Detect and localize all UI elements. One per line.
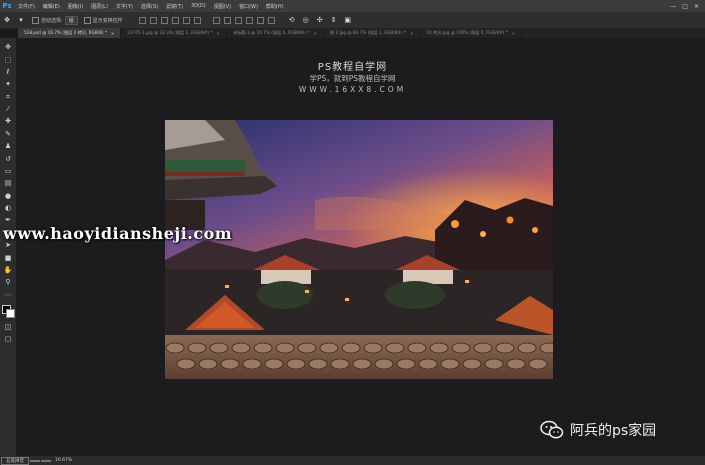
menu-view[interactable]: 视图(V) (210, 3, 235, 10)
distribute-hcenter-icon[interactable] (256, 16, 264, 24)
3d-rotate-icon[interactable]: ⟲ (288, 16, 296, 24)
tools-panel: ✥ ⬚ ℓ ✦ ⌗ ⁄ ✚ ✎ ♟ ↺ ▭ ▤ ● ◐ ✒ T ➤ ■ ✋ ⚲ … (0, 38, 16, 456)
color-swatches[interactable] (2, 304, 15, 318)
document-tabs: 518.psd @ 16.7% (图层 2 拷贝, RGB/8) * × 2370… (18, 28, 705, 38)
tab-label: 518.psd @ 16.7% (图层 2 拷贝, RGB/8) * (24, 30, 107, 35)
chevron-down-icon[interactable]: ▾ (17, 16, 25, 24)
menu-type[interactable]: 文字(Y) (112, 3, 137, 10)
align-hcenter-icon[interactable] (182, 16, 190, 24)
ime-mode-icon[interactable] (30, 459, 40, 462)
watermark-subtitle: 学PS，就到PS教程自学网 (309, 74, 396, 83)
tab-document-2[interactable]: 23705-1.jpg @ 33.3% (图层 1, RGB/8#) * × (121, 28, 228, 38)
healing-icon[interactable]: ✚ (3, 116, 13, 126)
auto-select-checkbox[interactable] (32, 16, 39, 24)
brand-badge: 阿兵的ps家园 (540, 420, 656, 440)
status-bar: 五笔拼音 16.67% (0, 456, 705, 465)
close-icon[interactable]: × (410, 31, 414, 36)
tab-label: 23705-1.jpg @ 33.3% (图层 1, RGB/8#) * (127, 30, 213, 35)
align-bottom-icon[interactable] (160, 16, 168, 24)
zoom-level: 16.67% (55, 458, 73, 463)
align-vcenter-icon[interactable] (149, 16, 157, 24)
maximize-button[interactable]: □ (682, 3, 688, 10)
3d-drag-icon[interactable]: ✣ (316, 16, 324, 24)
stamp-icon[interactable]: ♟ (3, 141, 13, 151)
move-icon[interactable]: ✥ (3, 42, 13, 52)
tab-label: 图 2.jpg @ 66.7% (图层 1, RGB/8#) * (330, 30, 406, 35)
ime-indicator[interactable]: 五笔拼音 (1, 456, 29, 465)
distribute-vcenter-icon[interactable] (223, 16, 231, 24)
options-bar: ✥ ▾ 自动选择: 组 显示变换控件 ⟲ ◎ ✣ ⇕ ▣ (0, 12, 705, 29)
3d-scale-icon[interactable]: ▣ (344, 16, 352, 24)
menu-3d[interactable]: 3D(D) (187, 3, 210, 9)
menu-image[interactable]: 图像(I) (64, 3, 87, 10)
menu-bar: Ps 文件(F) 编辑(E) 图像(I) 图层(L) 文字(Y) 选择(S) 滤… (0, 0, 705, 12)
brush-icon[interactable]: ✎ (3, 129, 13, 139)
distribute-top-icon[interactable] (212, 16, 220, 24)
menu-select[interactable]: 选择(S) (137, 3, 162, 10)
screen-mode-icon[interactable]: ▢ (3, 334, 13, 344)
watermark-title: PS教程自学网 (317, 62, 388, 73)
shape-icon[interactable]: ■ (3, 253, 13, 263)
minimize-button[interactable]: — (670, 3, 676, 10)
eyedropper-icon[interactable]: ⁄ (3, 104, 13, 114)
document-image[interactable] (165, 120, 553, 379)
menu-help[interactable]: 帮助(H) (262, 3, 288, 10)
background-color[interactable] (6, 308, 15, 318)
watermark-url: WWW.16XX8.COM (298, 85, 407, 94)
distribute-bottom-icon[interactable] (234, 16, 242, 24)
menu-file[interactable]: 文件(F) (14, 3, 39, 10)
quick-mask-icon[interactable]: ◫ (3, 322, 13, 332)
menu-edit[interactable]: 编辑(E) (39, 3, 64, 10)
ime-punct-icon[interactable] (41, 459, 51, 462)
tab-document-4[interactable]: 图 2.jpg @ 66.7% (图层 1, RGB/8#) * × (324, 28, 421, 38)
wechat-icon (540, 420, 564, 439)
show-transform-label: 显示变换控件 (92, 17, 123, 24)
align-right-icon[interactable] (193, 16, 201, 24)
zoom-icon[interactable]: ⚲ (3, 277, 13, 287)
dodge-icon[interactable]: ◐ (3, 203, 13, 213)
more-icon[interactable]: ⋯ (3, 290, 13, 300)
tab-label: 未标题-1 @ 16.7% (图层 0, RGB/8#) * (233, 30, 310, 35)
tab-document-1[interactable]: 518.psd @ 16.7% (图层 2 拷贝, RGB/8) * × (18, 28, 122, 38)
tab-label: 10 拷贝.jpg @ 100% (图层 0, RGB/8#) * (426, 30, 508, 35)
align-left-icon[interactable] (171, 16, 179, 24)
photoshop-logo: Ps (2, 2, 12, 10)
hand-icon[interactable]: ✋ (3, 265, 13, 275)
menu-layer[interactable]: 图层(L) (87, 3, 112, 10)
distribute-right-icon[interactable] (267, 16, 275, 24)
close-icon[interactable]: × (512, 31, 516, 36)
brand-name: 阿兵的ps家园 (570, 423, 657, 439)
auto-select-dropdown[interactable]: 组 (64, 15, 78, 25)
tab-document-3[interactable]: 未标题-1 @ 16.7% (图层 0, RGB/8#) * × (227, 28, 325, 38)
3d-slide-icon[interactable]: ⇕ (330, 16, 338, 24)
close-icon[interactable]: × (111, 31, 115, 36)
photo-svg (165, 120, 553, 379)
history-brush-icon[interactable]: ↺ (3, 154, 13, 164)
eraser-icon[interactable]: ▭ (3, 166, 13, 176)
move-tool-icon[interactable]: ✥ (3, 16, 11, 24)
3d-roll-icon[interactable]: ◎ (302, 16, 310, 24)
menu-window[interactable]: 窗口(W) (235, 3, 262, 10)
gradient-icon[interactable]: ▤ (3, 178, 13, 188)
distribute-left-icon[interactable] (245, 16, 253, 24)
site-watermark: www.haoyidiansheji.com (3, 224, 233, 243)
menu-filter[interactable]: 滤镜(T) (162, 3, 187, 10)
align-top-icon[interactable] (138, 16, 146, 24)
auto-select-label: 自动选择: (41, 17, 63, 24)
blur-icon[interactable]: ● (3, 191, 13, 201)
tab-document-5[interactable]: 10 拷贝.jpg @ 100% (图层 0, RGB/8#) * × (420, 28, 523, 38)
window-controls: — □ ✕ (670, 3, 705, 10)
close-button[interactable]: ✕ (694, 3, 699, 10)
show-transform-checkbox[interactable] (83, 16, 91, 24)
close-icon[interactable]: × (314, 31, 318, 36)
close-icon[interactable]: × (217, 31, 221, 36)
